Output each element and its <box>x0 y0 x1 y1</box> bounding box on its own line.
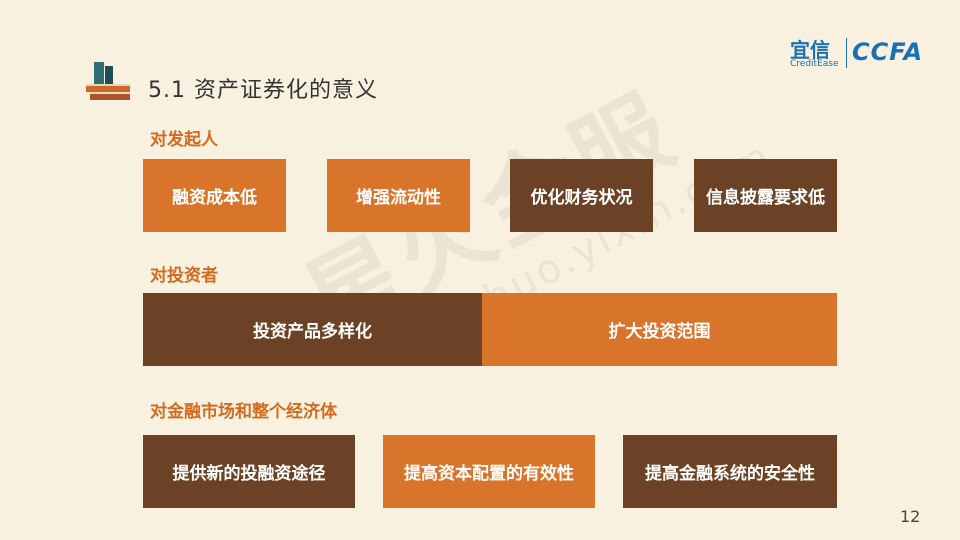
section-market-heading: 对金融市场和整个经济体 <box>150 402 337 422</box>
books-icon <box>86 62 130 100</box>
section-issuer-heading: 对发起人 <box>150 130 218 150</box>
issuer-item-finance: 优化财务状况 <box>510 159 653 232</box>
issuer-item-disclosure: 信息披露要求低 <box>694 159 837 232</box>
issuer-item-low-cost: 融资成本低 <box>143 159 286 232</box>
page-title: 5.1 资产证券化的意义 <box>148 78 378 103</box>
market-item-channels: 提供新的投融资途径 <box>143 435 355 508</box>
logo-divider <box>846 38 847 68</box>
page-number: 12 <box>900 507 921 526</box>
section-investor-heading: 对投资者 <box>150 266 218 286</box>
slide: 星火金服 xinghuo.yixin.com 5.1 资产证券化的意义 宜信 C… <box>0 0 960 540</box>
market-item-safety: 提高金融系统的安全性 <box>623 435 837 508</box>
logo-en: CreditEase <box>790 59 839 69</box>
logo-ccfa: CCFA <box>852 38 924 66</box>
investor-item-diversify: 投资产品多样化 <box>143 293 482 366</box>
investor-item-scope: 扩大投资范围 <box>482 293 837 366</box>
market-item-allocation: 提高资本配置的有效性 <box>383 435 595 508</box>
issuer-item-liquidity: 增强流动性 <box>327 159 470 232</box>
company-logo: 宜信 CreditEase CCFA <box>790 34 940 74</box>
